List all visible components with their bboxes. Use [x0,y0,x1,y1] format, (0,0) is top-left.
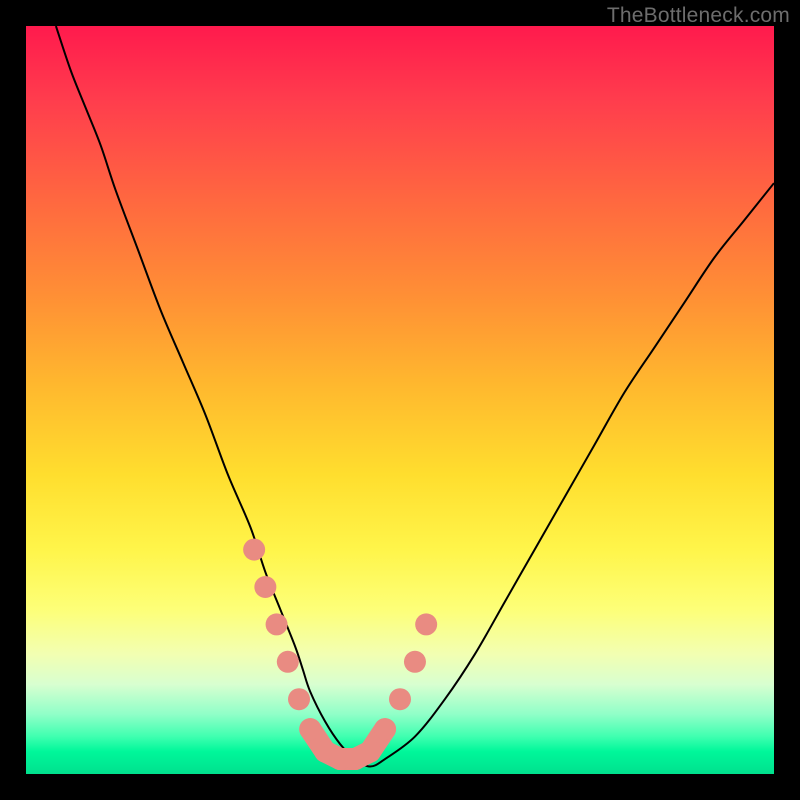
marker-dot [389,688,411,710]
marker-dot [254,576,276,598]
marker-dot [266,613,288,635]
marker-layer [26,26,774,774]
plot-area [26,26,774,774]
chart-frame: TheBottleneck.com [0,0,800,800]
watermark-text: TheBottleneck.com [607,4,790,28]
marker-dot [243,539,265,561]
marker-dot [415,613,437,635]
trough-markers [243,539,437,770]
marker-dot [288,688,310,710]
marker-dot [374,718,396,740]
marker-dot [299,718,321,740]
marker-dot [359,741,381,763]
marker-dot [404,651,426,673]
marker-dot [277,651,299,673]
